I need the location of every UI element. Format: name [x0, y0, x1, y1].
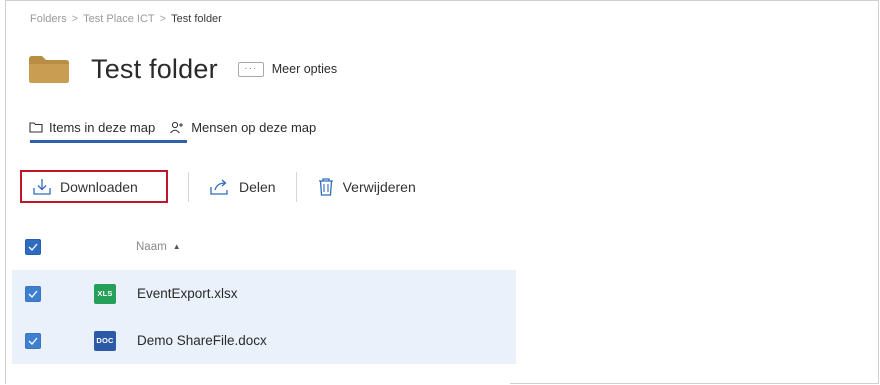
file-name[interactable]: EventExport.xlsx [137, 286, 238, 301]
download-icon [32, 178, 52, 196]
sort-ascending-icon: ▲ [172, 242, 181, 251]
more-options-label: Meer opties [271, 62, 338, 76]
page-title: Test folder [91, 53, 218, 84]
breadcrumb-folders[interactable]: Folders [30, 13, 67, 25]
active-tab-indicator [30, 140, 187, 143]
column-header-name[interactable]: Naam ▲ [136, 241, 181, 253]
excel-file-icon: XLS [94, 283, 116, 304]
breadcrumb: Folders > Test Place ICT > Test folder [30, 13, 222, 25]
breadcrumb-separator: > [159, 13, 167, 25]
toolbar-divider [295, 171, 297, 202]
file-name[interactable]: Demo ShareFile.docx [137, 333, 267, 348]
download-button[interactable]: Downloaden [20, 170, 168, 203]
folder-icon [27, 54, 71, 84]
share-icon [209, 178, 231, 196]
ellipsis-icon: ··· [237, 61, 264, 77]
word-file-icon: DOC [94, 330, 116, 351]
row-checkbox[interactable] [25, 285, 41, 302]
tab-items-in-folder[interactable]: Items in deze map [29, 116, 155, 138]
table-row[interactable]: XLS EventExport.xlsx [12, 270, 516, 317]
tab-people-label: Mensen op deze map [191, 119, 317, 135]
download-label: Downloaden [60, 178, 138, 195]
tab-items-label: Items in deze map [49, 119, 156, 135]
table-header-row: Naam ▲ [12, 223, 516, 270]
tab-people-on-folder[interactable]: Mensen op deze map [169, 116, 316, 138]
more-options-button[interactable]: ··· Meer opties [237, 61, 338, 77]
row-checkbox[interactable] [25, 332, 41, 349]
action-toolbar: Downloaden Delen Verwijderen [20, 169, 416, 204]
folder-header: Test folder ··· Meer opties [27, 51, 337, 87]
breadcrumb-test-place-ict[interactable]: Test Place ICT [83, 13, 155, 25]
toolbar-divider [188, 171, 189, 202]
share-label: Delen [239, 178, 276, 195]
breadcrumb-separator: > [71, 13, 79, 25]
tab-bar: Items in deze map Mensen op deze map [29, 116, 316, 138]
file-table: Naam ▲ XLS EventExport.xlsx DOC Demo Sha… [12, 223, 516, 364]
checkmark-icon [28, 243, 38, 251]
trash-icon [317, 177, 335, 197]
select-all-checkbox[interactable] [25, 238, 41, 255]
file-panel: Folders > Test Place ICT > Test folder Test … [6, 1, 516, 384]
table-row[interactable]: DOC Demo ShareFile.docx [12, 317, 516, 364]
column-header-label: Naam [136, 240, 167, 253]
checkmark-icon [28, 337, 38, 345]
delete-button[interactable]: Verwijderen [317, 170, 416, 203]
share-button[interactable]: Delen [209, 170, 276, 203]
folder-outline-icon [29, 121, 43, 133]
breadcrumb-current: Test folder [171, 13, 222, 25]
people-icon [169, 121, 185, 134]
delete-label: Verwijderen [342, 178, 416, 195]
checkmark-icon [28, 290, 38, 298]
